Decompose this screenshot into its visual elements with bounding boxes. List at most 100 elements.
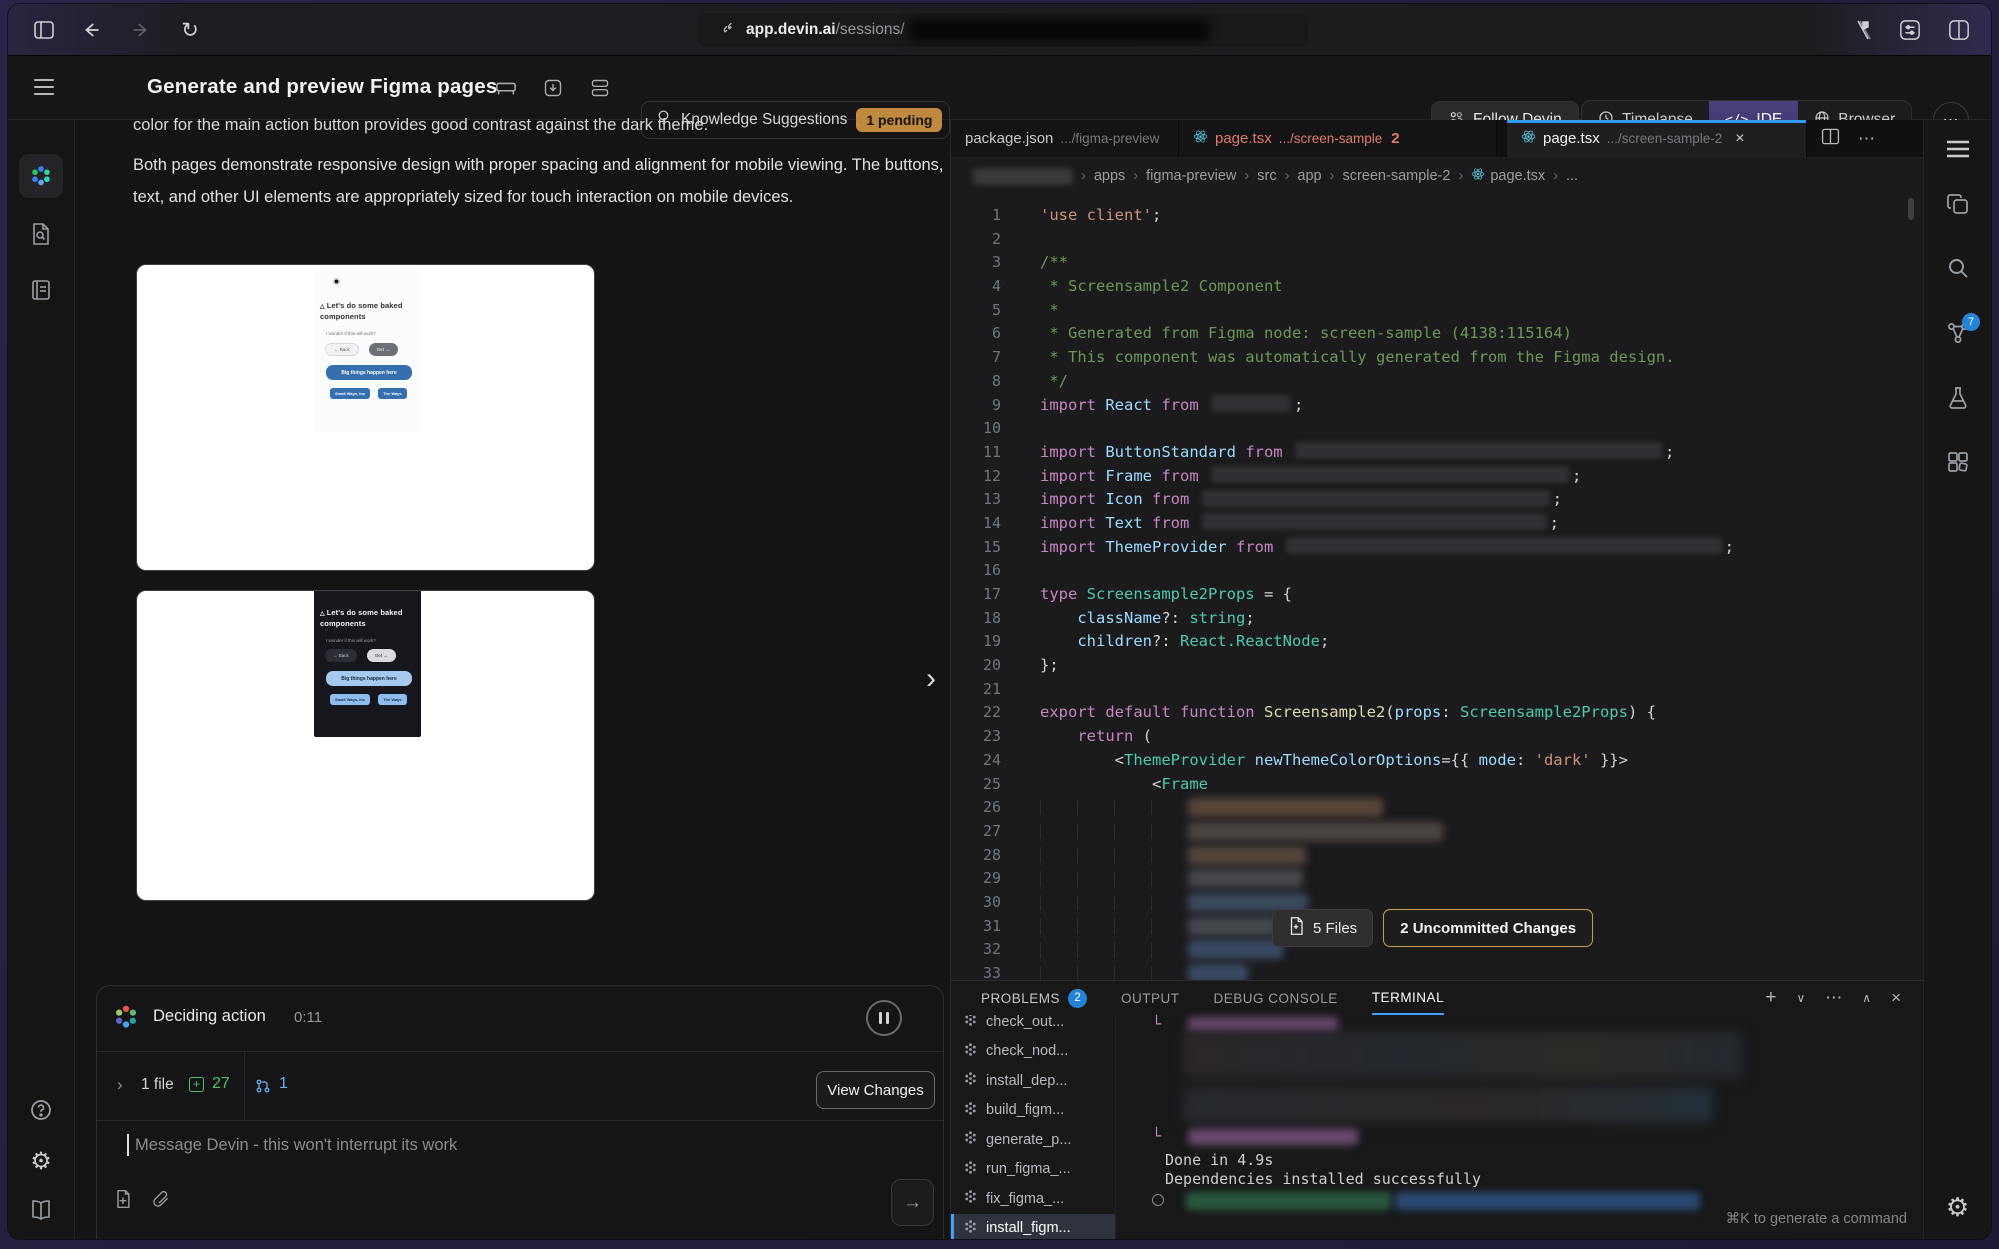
pull-request-icon: [255, 1078, 271, 1099]
tab-debug-console[interactable]: DEBUG CONSOLE: [1214, 981, 1338, 1015]
editor-menu-icon[interactable]: [1946, 140, 1970, 158]
tab-page-tsx-sample[interactable]: page.tsx .../screen-sample 2: [1179, 120, 1497, 157]
tab-page-tsx-sample-2[interactable]: page.tsx .../screen-sample-2 ×: [1507, 120, 1807, 157]
redacted-code: [1201, 489, 1550, 507]
terminal-output[interactable]: └ └ Done in 4.9s Dependencies installed …: [1116, 1015, 1923, 1239]
address-bar[interactable]: app.devin.ai/sessions/: [698, 13, 1308, 47]
ide-settings-gear-icon[interactable]: ⚙: [1946, 1192, 1969, 1223]
more-actions-icon[interactable]: ⋯: [1858, 129, 1875, 149]
editor-scrollbar[interactable]: [1908, 198, 1914, 220]
back-icon[interactable]: [79, 18, 103, 42]
files-count: 1 file: [141, 1076, 174, 1093]
code-token: ButtonStandard: [1105, 442, 1246, 461]
settings-gear-icon[interactable]: ⚙: [19, 1139, 63, 1183]
code-token: className: [1077, 608, 1162, 627]
file-search-icon[interactable]: [19, 212, 63, 256]
panel-close-icon[interactable]: ×: [1891, 988, 1901, 1008]
line-number: 27: [982, 821, 1001, 840]
terminal-session-item[interactable]: build_figm...: [951, 1096, 1115, 1126]
breadcrumb-separator: ›: [1244, 168, 1250, 184]
docs-book-icon[interactable]: [19, 1188, 63, 1232]
uncommitted-changes-button[interactable]: 2 Uncommitted Changes: [1383, 909, 1594, 947]
breadcrumb-item[interactable]: src: [1257, 168, 1276, 184]
breadcrumb-item[interactable]: apps: [1094, 168, 1125, 184]
paperclip-icon[interactable]: [149, 1187, 173, 1211]
pause-button[interactable]: [866, 1000, 902, 1036]
help-icon[interactable]: [19, 1088, 63, 1132]
message-composer[interactable]: Message Devin - this won't interrupt its…: [97, 1121, 943, 1239]
code-token: import: [1040, 466, 1106, 485]
tab-problems[interactable]: PROBLEMS 2: [981, 981, 1088, 1015]
terminal-dropdown-icon[interactable]: ∨: [1796, 991, 1805, 1005]
mock-small-buttons: Small Ways, Inc The Ways: [330, 388, 407, 399]
split-view-icon[interactable]: [1947, 18, 1971, 42]
notebook-icon[interactable]: [19, 268, 63, 312]
breadcrumb-item[interactable]: figma-preview: [1146, 168, 1236, 184]
breadcrumb-item[interactable]: page.tsx: [1471, 167, 1545, 185]
menu-icon[interactable]: [34, 79, 54, 95]
new-terminal-icon[interactable]: +: [1765, 987, 1776, 1009]
tab-terminal[interactable]: TERMINAL: [1371, 981, 1445, 1015]
figma-preview-card-light[interactable]: △ Let's do some baked components I wonder…: [136, 264, 595, 571]
terminal-line-deps: Dependencies installed successfully: [1165, 1170, 1482, 1188]
files-changed-button[interactable]: 5 Files: [1272, 909, 1374, 947]
panel-maximize-icon[interactable]: ∧: [1862, 991, 1871, 1005]
file-icon: [1288, 917, 1304, 939]
terminal-session-item[interactable]: run_figma_...: [951, 1155, 1115, 1185]
devin-logo[interactable]: [19, 154, 63, 198]
tab-package-json[interactable]: package.json .../figma-preview: [951, 120, 1179, 157]
workspace-icon[interactable]: [495, 77, 517, 99]
search-icon[interactable]: [1946, 256, 1970, 280]
panel-more-icon[interactable]: ⋯: [1825, 988, 1842, 1008]
status-row: Deciding action 0:11: [97, 986, 943, 1051]
tab-path: .../screen-sample-2: [1606, 131, 1723, 146]
archive-download-icon[interactable]: [542, 77, 564, 99]
chat-paragraph: Both pages demonstrate responsive design…: [133, 156, 944, 206]
code-token: mode: [1478, 750, 1516, 769]
breadcrumb-item[interactable]: ...: [1566, 168, 1578, 184]
right-sidebar: 7 ⚙: [1923, 120, 1991, 1239]
code-line: 17 type Screensample2Props = {: [951, 583, 1923, 607]
terminal-session-item[interactable]: fix_figma_...: [951, 1184, 1115, 1214]
close-tab-icon[interactable]: ×: [1735, 130, 1744, 148]
breadcrumb-item[interactable]: app: [1297, 168, 1321, 184]
mock-subtext: I wonder if this will work?: [326, 331, 376, 336]
reload-icon[interactable]: ↻: [178, 18, 202, 42]
attach-file-icon[interactable]: [111, 1187, 135, 1211]
devin-flower-icon: [963, 1042, 978, 1061]
terminal-session-item[interactable]: check_nod...: [951, 1037, 1115, 1067]
extensions-icon[interactable]: [1946, 450, 1970, 474]
chevron-right-icon[interactable]: ›: [117, 1075, 123, 1095]
cards-layout-icon[interactable]: [589, 77, 611, 99]
code-editor[interactable]: 1'use client'; 2 3/** 4 * Screensample2 Com…: [951, 194, 1923, 980]
send-button[interactable]: →: [891, 1179, 934, 1226]
line-number: 24: [982, 750, 1001, 769]
collapse-handle[interactable]: ›: [916, 654, 946, 704]
mock-logo-dot: [333, 278, 340, 285]
customize-icon[interactable]: [1898, 18, 1922, 42]
breadcrumb-item[interactable]: screen-sample-2: [1342, 168, 1450, 184]
terminal-session-item[interactable]: install_figm...: [951, 1213, 1115, 1239]
code-text: import Text from ;: [1025, 512, 1559, 536]
forward-icon[interactable]: [129, 18, 153, 42]
url-host: app.devin.ai: [746, 21, 836, 38]
chat-controls-sheet: Deciding action 0:11 › 1 file + 27 1 Vie…: [96, 985, 944, 1239]
flask-icon[interactable]: [1946, 386, 1970, 410]
figma-preview-card-dark[interactable]: △ Let's do some baked components I wonder…: [136, 590, 595, 901]
view-changes-button[interactable]: View Changes: [816, 1071, 935, 1109]
tab-output[interactable]: OUTPUT: [1121, 981, 1180, 1015]
line-number: 33: [982, 964, 1001, 980]
terminal-session-item[interactable]: install_dep...: [951, 1066, 1115, 1096]
code-line: 33: [951, 962, 1923, 980]
terminal-session-item[interactable]: check_out...: [951, 1015, 1115, 1037]
split-editor-icon[interactable]: [1821, 127, 1840, 151]
copy-files-icon[interactable]: [1946, 192, 1970, 216]
code-text: };: [1025, 654, 1059, 678]
line-number: 32: [982, 940, 1001, 959]
terminal-session-item[interactable]: generate_p...: [951, 1125, 1115, 1155]
extension-flag-icon[interactable]: [1851, 18, 1875, 42]
line-number: 12: [982, 466, 1001, 485]
sidebar-toggle-icon[interactable]: [32, 18, 56, 42]
